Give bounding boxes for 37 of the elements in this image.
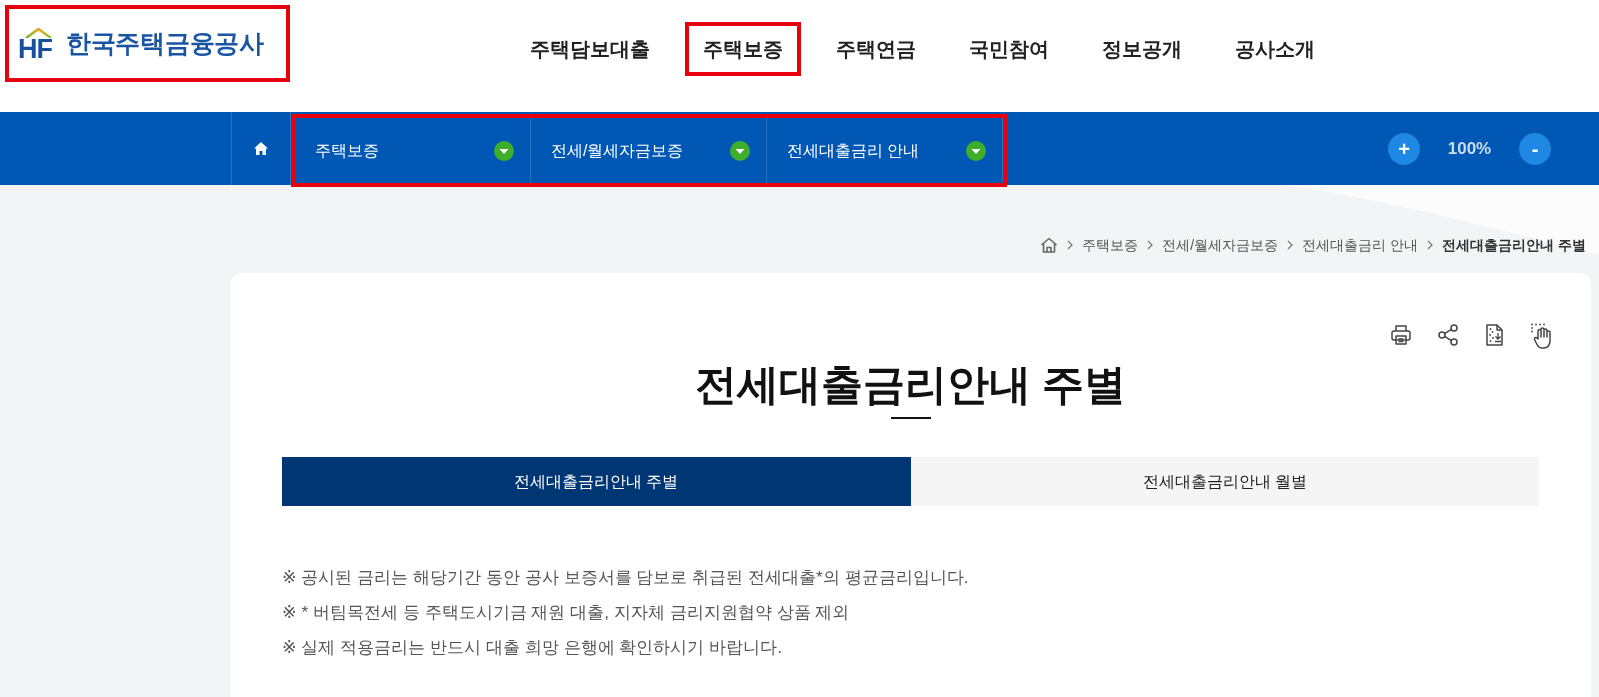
- breadcrumb-link[interactable]: 주택보증: [1082, 234, 1139, 256]
- menu-link[interactable]: 주택보증: [684, 22, 801, 76]
- note-text: ※ 실제 적용금리는 반드시 대출 희망 은행에 확인하시기 바랍니다.: [282, 636, 784, 659]
- location-menu-button[interactable]: 전세/월세자금보증: [531, 118, 767, 183]
- zoom-in-button[interactable]: +: [1388, 132, 1420, 165]
- breadcrumb-link[interactable]: 전세/월세자금보증: [1162, 234, 1279, 256]
- tab[interactable]: 전세대출금리안내 주별: [282, 457, 911, 506]
- breadcrumb-current: 전세대출금리안내 주별: [1442, 235, 1586, 255]
- menu-link[interactable]: 주택담보대출: [511, 22, 668, 76]
- home-icon[interactable]: [1040, 237, 1059, 253]
- chevron-icon: [1067, 240, 1074, 250]
- dropdown-icon: [730, 140, 750, 161]
- note-text: ※ * 버팀목전세 등 주택도시기금 재원 대출, 지자체 금리지원협약 상품 제외: [282, 601, 851, 624]
- share-icon[interactable]: [1436, 323, 1460, 347]
- zoom-out-button[interactable]: -: [1519, 132, 1551, 165]
- home-button[interactable]: [231, 112, 291, 185]
- menu-link[interactable]: 주택연금: [817, 22, 934, 76]
- breadcrumb-link[interactable]: 전세대출금리 안내: [1302, 234, 1419, 256]
- print-icon[interactable]: [1389, 323, 1413, 347]
- page-title: 전세대출금리안내 주별: [693, 360, 1128, 410]
- dropdown-icon: [966, 140, 986, 161]
- menu-link[interactable]: 공사소개: [1216, 22, 1333, 76]
- menu-link[interactable]: 정보공개: [1083, 22, 1200, 76]
- hand-icon[interactable]: [1530, 323, 1554, 349]
- location-menu-button[interactable]: 주택보증: [295, 118, 531, 183]
- roof-icon: [25, 27, 52, 38]
- location-menu-button[interactable]: 전세대출금리 안내: [767, 118, 1003, 183]
- dropdown-icon: [494, 140, 514, 161]
- menu-link[interactable]: 국민참여: [950, 22, 1067, 76]
- home-icon: [254, 142, 268, 155]
- zoom-level-text: 100%: [1446, 137, 1493, 160]
- note-text: ※ 공시된 금리는 해당기간 동안 공사 보증서를 담보로 취급된 전세대출*의 평균금리입니다.: [282, 566, 970, 589]
- chevron-icon: [1147, 240, 1154, 250]
- tab[interactable]: 전세대출금리안내 월별: [910, 457, 1539, 506]
- chevron-icon: [1427, 240, 1434, 250]
- chevron-icon: [1287, 240, 1294, 250]
- logo-link[interactable]: HF 한국주택금융공사: [5, 5, 290, 82]
